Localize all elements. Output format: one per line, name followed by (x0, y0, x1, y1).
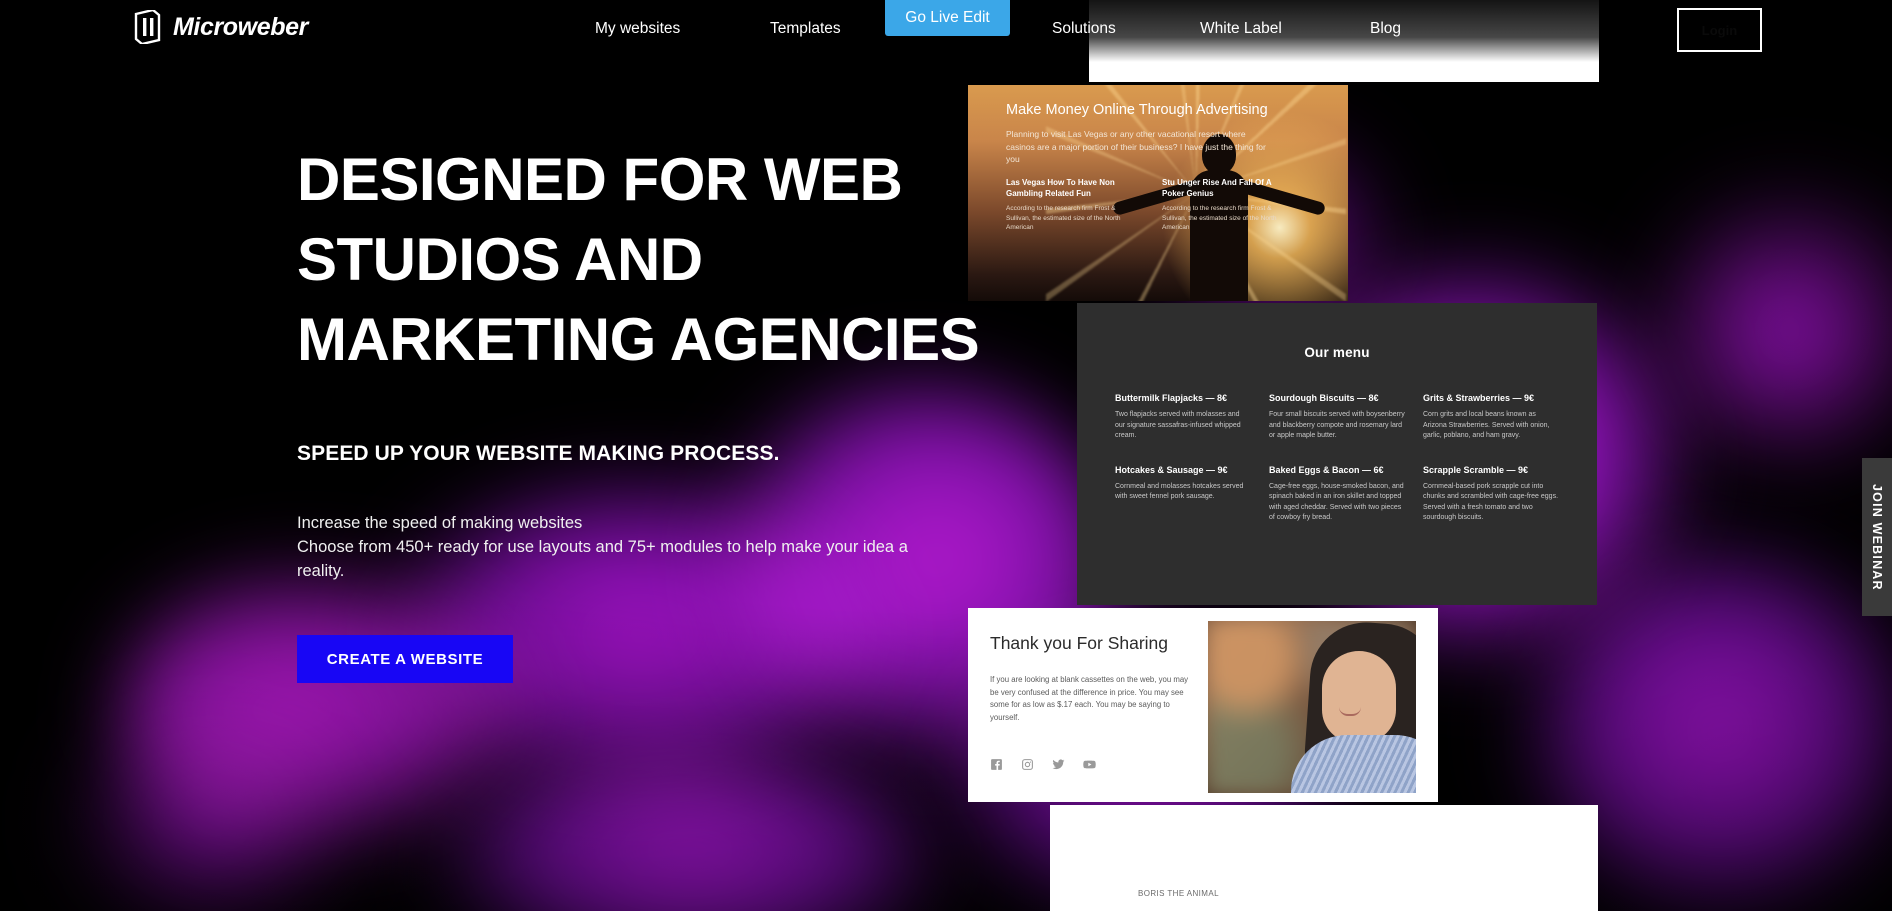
ads-article-excerpt: According to the research firm Frost & S… (1006, 205, 1121, 231)
ads-card-description: Planning to visit Las Vegas or any other… (1006, 129, 1266, 164)
social-links (990, 758, 1096, 771)
ads-article-item[interactable]: Stu Unger Rise And Fall Of A Poker Geniu… (1162, 177, 1290, 233)
ads-article-item[interactable]: Las Vegas How To Have Non Gambling Relat… (1006, 177, 1134, 233)
facebook-icon[interactable] (990, 758, 1003, 771)
instagram-icon[interactable] (1021, 758, 1034, 771)
nav-templates[interactable]: Templates (770, 20, 841, 38)
menu-items-grid: Buttermilk Flapjacks — 8€ Two flapjacks … (1077, 360, 1597, 524)
menu-item: Grits & Strawberries — 9€ Corn grits and… (1423, 392, 1559, 442)
preview-card-bottom[interactable]: BORIS THE ANIMAL (1050, 805, 1598, 911)
ads-card-title: Make Money Online Through Advertising (1006, 102, 1268, 118)
hero-subheading: SPEED UP YOUR WEBSITE MAKING PROCESS. (297, 442, 780, 465)
menu-card-title: Our menu (1304, 345, 1370, 360)
menu-item-description: Four small biscuits served with boysenbe… (1269, 411, 1405, 439)
nav-my-websites[interactable]: My websites (595, 20, 680, 38)
preview-card-thank-you[interactable]: Thank you For Sharing If you are looking… (968, 608, 1438, 802)
menu-item-name: Baked Eggs & Bacon — 6€ (1269, 464, 1384, 475)
menu-item-description: Cage-free eggs, house-smoked bacon, and … (1269, 482, 1404, 522)
menu-item-name: Grits & Strawberries — 9€ (1423, 393, 1535, 403)
brand-name: Microweber (173, 12, 308, 41)
menu-item: Buttermilk Flapjacks — 8€ Two flapjacks … (1115, 392, 1251, 442)
youtube-icon[interactable] (1083, 758, 1096, 771)
nav-go-live-edit-label: Go Live Edit (905, 9, 990, 26)
preview-card-advertising[interactable]: Make Money Online Through Advertising Pl… (968, 85, 1348, 301)
menu-item: Hotcakes & Sausage — 9€ Cornmeal and mol… (1115, 464, 1251, 524)
menu-item-name: Sourdough Biscuits — 8€ (1269, 393, 1379, 403)
ads-article-excerpt: According to the research firm Frost & S… (1162, 205, 1277, 231)
menu-item-description: Two flapjacks served with molasses and o… (1115, 411, 1241, 439)
menu-item-description: Corn grits and local beans known as Ariz… (1423, 411, 1550, 439)
brand-logo[interactable]: Microweber (133, 10, 308, 44)
ads-article-title: Stu Unger Rise And Fall Of A Poker Geniu… (1162, 178, 1272, 198)
nav-white-label[interactable]: White Label (1200, 20, 1282, 38)
thanks-card-photo (1208, 621, 1416, 793)
nav-solutions[interactable]: Solutions (1052, 20, 1116, 38)
menu-item-description: Cornmeal-based pork scrapple cut into ch… (1423, 482, 1559, 522)
hero-section: DESIGNED FOR WEB STUDIOS AND MARKETING A… (297, 140, 1017, 683)
header-login-label: Login (1701, 22, 1738, 38)
microweber-logo-icon (134, 10, 161, 44)
twitter-icon[interactable] (1052, 758, 1065, 771)
hero-body-text: Increase the speed of making websites Ch… (297, 514, 908, 580)
menu-item-description: Cornmeal and molasses hotcakes served wi… (1115, 482, 1244, 501)
hero-heading: DESIGNED FOR WEB STUDIOS AND MARKETING A… (297, 146, 980, 373)
menu-item-name: Buttermilk Flapjacks — 8€ (1115, 393, 1228, 403)
nav-go-live-edit[interactable]: Go Live Edit (885, 0, 1010, 36)
preview-card-menu[interactable]: Our menu Buttermilk Flapjacks — 8€ Two f… (1077, 303, 1597, 605)
nav-blog[interactable]: Blog (1370, 20, 1401, 38)
join-webinar-label: JOIN WEBINAR (1870, 483, 1884, 591)
menu-item: Scrapple Scramble — 9€ Cornmeal-based po… (1423, 464, 1559, 524)
menu-item-name: Hotcakes & Sausage — 9€ (1115, 464, 1228, 475)
ads-article-title: Las Vegas How To Have Non Gambling Relat… (1006, 178, 1115, 198)
menu-item: Sourdough Biscuits — 8€ Four small biscu… (1269, 392, 1405, 442)
bottom-card-label: BORIS THE ANIMAL (1138, 889, 1219, 898)
menu-item: Baked Eggs & Bacon — 6€ Cage-free eggs, … (1269, 464, 1405, 524)
page-root: Microweber My websites Templates Go Live… (0, 0, 1892, 911)
thanks-card-body: If you are looking at blank cassettes on… (990, 675, 1189, 722)
join-webinar-tab[interactable]: JOIN WEBINAR (1862, 458, 1892, 616)
create-a-website-button[interactable]: CREATE A WEBSITE (297, 635, 513, 683)
header-login-button[interactable]: Login (1677, 8, 1762, 52)
menu-item-name: Scrapple Scramble — 9€ (1423, 464, 1529, 475)
site-header: Microweber My websites Templates Go Live… (0, 0, 1892, 62)
